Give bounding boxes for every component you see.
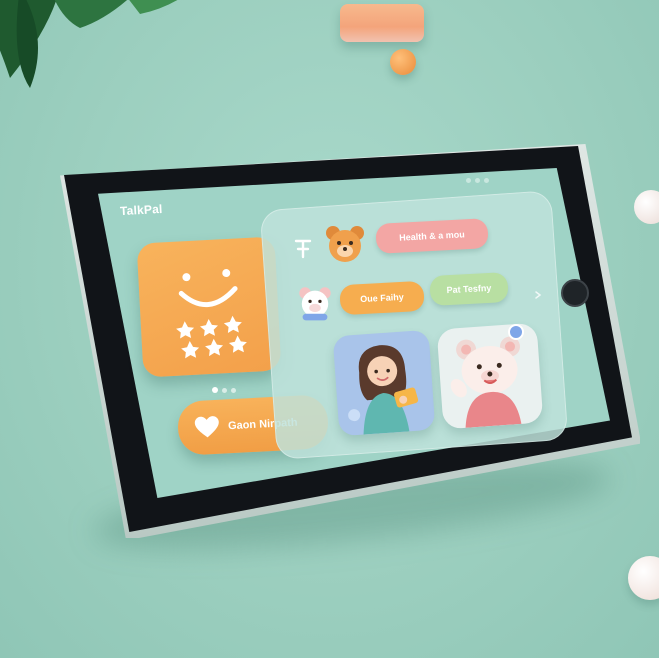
status-indicators bbox=[466, 170, 496, 183]
toy-block-decoration bbox=[340, 4, 424, 42]
bear-icon[interactable] bbox=[322, 222, 368, 268]
pill-label: Health & a mou bbox=[399, 229, 465, 243]
status-dot bbox=[475, 178, 480, 183]
notification-badge bbox=[508, 324, 524, 340]
white-ball-decoration bbox=[634, 190, 659, 224]
page-indicator[interactable] bbox=[212, 380, 256, 393]
home-button[interactable] bbox=[561, 279, 589, 307]
pin-icon[interactable] bbox=[292, 237, 314, 259]
girl-illustration bbox=[348, 345, 419, 435]
bear-waving-illustration bbox=[450, 336, 522, 428]
topic-pill-pets[interactable]: Pat Tesfny bbox=[429, 271, 509, 307]
white-ball-decoration bbox=[628, 556, 659, 600]
plant-leaves-decoration bbox=[0, 0, 178, 88]
bear-icon[interactable] bbox=[296, 284, 334, 322]
page-dot[interactable] bbox=[222, 388, 227, 393]
pill-label: Oue Faihy bbox=[360, 291, 404, 305]
status-dot bbox=[466, 178, 471, 183]
app-title: TalkPal bbox=[119, 201, 163, 219]
chevron-right-icon[interactable] bbox=[533, 290, 543, 300]
topic-pill-family[interactable]: Oue Faihy bbox=[339, 280, 425, 316]
smiley-card[interactable] bbox=[136, 236, 282, 378]
status-dot bbox=[484, 178, 489, 183]
smiley-face-icon bbox=[176, 269, 247, 359]
pill-label: Pat Tesfny bbox=[446, 282, 492, 296]
topic-pill-health[interactable]: Health & a mou bbox=[375, 218, 489, 254]
heart-icon bbox=[194, 416, 219, 438]
orange-ball-decoration bbox=[390, 49, 416, 75]
story-tile-bear[interactable] bbox=[436, 322, 544, 430]
photo-scene: TalkPal Gaon Nirpath Health & a mou Oue … bbox=[0, 0, 659, 658]
story-tile-girl[interactable] bbox=[332, 329, 436, 437]
page-dot[interactable] bbox=[231, 388, 236, 393]
page-dot[interactable] bbox=[212, 387, 218, 393]
